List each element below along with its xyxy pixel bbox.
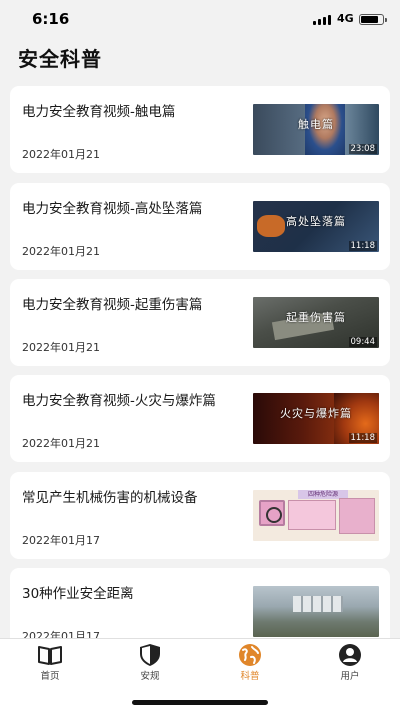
battery-icon: [359, 14, 387, 25]
thumbnail-caption: 触电篇: [298, 118, 334, 131]
machine-illustration: [288, 500, 336, 530]
user-icon: [339, 644, 361, 666]
signal-icon: [313, 15, 333, 25]
video-thumbnail[interactable]: 高处坠落篇 11:18: [253, 201, 379, 252]
machine-illustration: [339, 498, 375, 534]
article-title: 电力安全教育视频-高处坠落篇: [22, 201, 203, 217]
video-duration: 23:08: [348, 144, 377, 154]
shield-icon: [140, 644, 160, 666]
tab-label: 科普: [240, 671, 260, 682]
tab-home[interactable]: 首页: [20, 643, 80, 683]
article-date: 2022年01月21: [22, 245, 100, 258]
video-duration: 11:18: [348, 241, 377, 251]
tab-label: 首页: [40, 671, 60, 682]
tab-user[interactable]: 用户: [320, 643, 380, 683]
status-bar: 6:16 4G: [0, 0, 400, 38]
status-time: 6:16: [32, 10, 70, 28]
thumbnail-caption: 起重伤害篇: [286, 311, 346, 324]
video-thumbnail[interactable]: 起重伤害篇 09:44: [253, 297, 379, 348]
article-title: 电力安全教育视频-触电篇: [22, 104, 176, 120]
tab-safety-rules[interactable]: 安规: [120, 643, 180, 683]
globe-icon: [239, 644, 261, 666]
tab-label: 用户: [340, 671, 360, 682]
fan-illustration: [259, 500, 285, 526]
article-card[interactable]: 电力安全教育视频-高处坠落篇 2022年01月21 高处坠落篇 11:18: [10, 183, 390, 270]
article-title: 电力安全教育视频-起重伤害篇: [22, 297, 203, 313]
article-title: 电力安全教育视频-火灾与爆炸篇: [22, 393, 216, 409]
article-title: 常见产生机械伤害的机械设备: [22, 490, 198, 506]
network-type: 4G: [337, 12, 354, 25]
thumbnail-caption: 火灾与爆炸篇: [280, 407, 352, 420]
article-card[interactable]: 30种作业安全距离 2022年01月17: [10, 568, 390, 638]
article-card[interactable]: 常见产生机械伤害的机械设备 2022年01月17 四种危险源: [10, 472, 390, 559]
book-icon: [38, 646, 62, 665]
thumbnail-caption: 高处坠落篇: [286, 215, 346, 228]
article-date: 2022年01月21: [22, 437, 100, 450]
video-thumbnail[interactable]: 火灾与爆炸篇 11:18: [253, 393, 379, 444]
home-indicator: [132, 700, 268, 705]
article-thumbnail[interactable]: [253, 586, 379, 637]
video-duration: 09:44: [348, 337, 377, 347]
article-card[interactable]: 电力安全教育视频-火灾与爆炸篇 2022年01月21 火灾与爆炸篇 11:18: [10, 375, 390, 462]
video-thumbnail[interactable]: 触电篇 23:08: [253, 104, 379, 155]
article-card[interactable]: 电力安全教育视频-触电篇 2022年01月21 触电篇 23:08: [10, 86, 390, 173]
article-title: 30种作业安全距离: [22, 586, 134, 602]
article-date: 2022年01月17: [22, 534, 100, 547]
article-date: 2022年01月21: [22, 148, 100, 161]
video-duration: 11:18: [348, 433, 377, 443]
article-date: 2022年01月21: [22, 341, 100, 354]
tab-science[interactable]: 科普: [220, 643, 280, 683]
article-card[interactable]: 电力安全教育视频-起重伤害篇 2022年01月21 起重伤害篇 09:44: [10, 279, 390, 366]
tab-label: 安规: [140, 671, 160, 682]
article-list[interactable]: 电力安全教育视频-触电篇 2022年01月21 触电篇 23:08 电力安全教育…: [10, 86, 390, 638]
page-title: 安全科普: [18, 47, 102, 71]
article-thumbnail[interactable]: 四种危险源: [253, 490, 379, 541]
article-date: 2022年01月17: [22, 630, 100, 638]
